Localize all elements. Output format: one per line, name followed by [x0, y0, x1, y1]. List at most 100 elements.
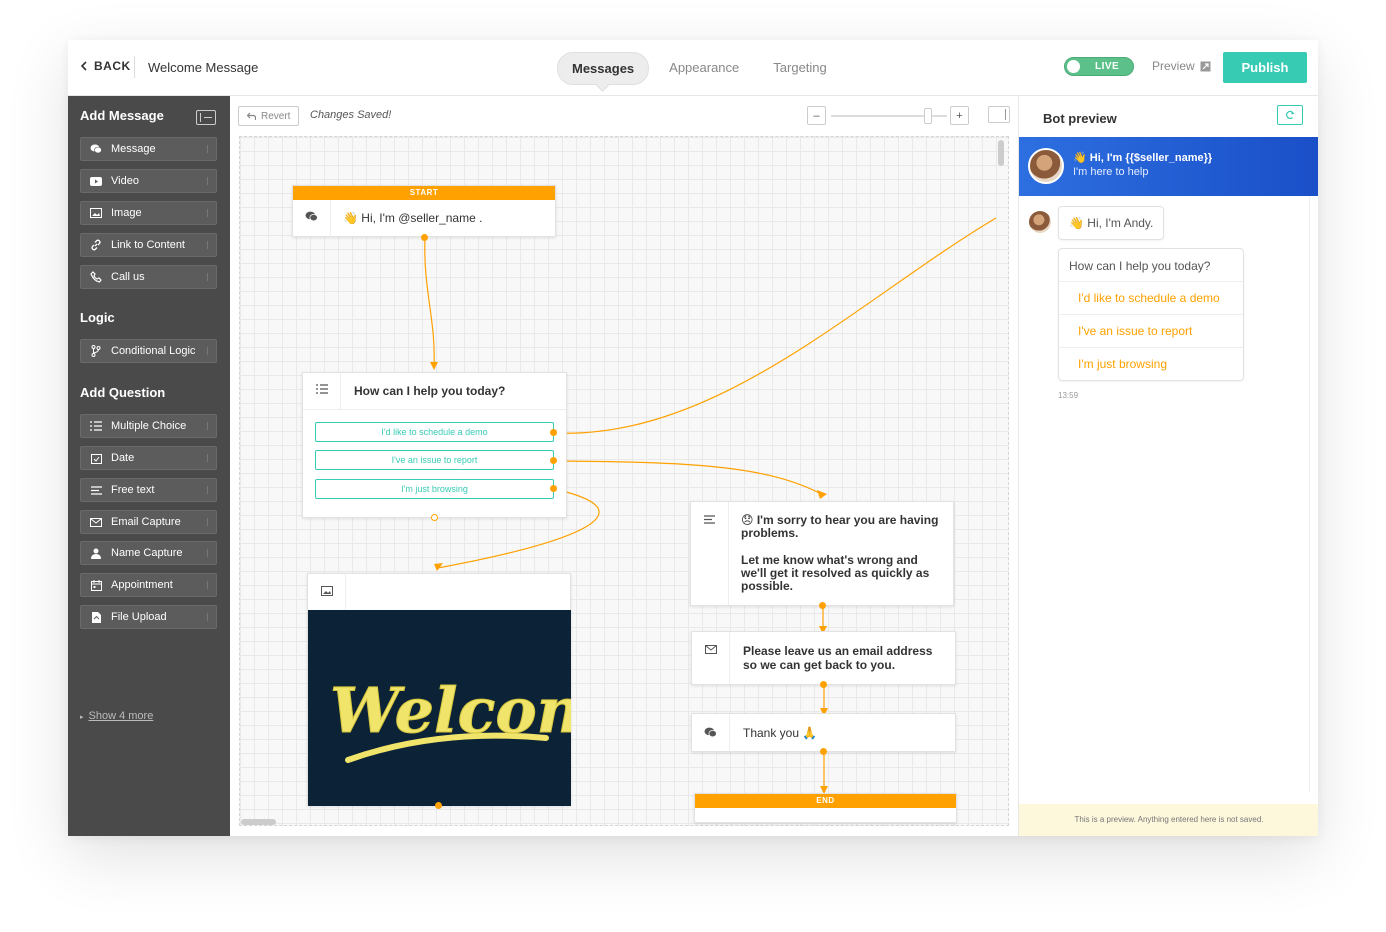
live-toggle[interactable]: LIVE: [1064, 57, 1134, 76]
tab-appearance[interactable]: Appearance: [655, 52, 753, 85]
save-status: Changes Saved!: [310, 109, 392, 121]
choice-browsing[interactable]: I'm just browsing: [315, 479, 554, 499]
sidebar: Add Message Message Video Image Link to …: [68, 96, 230, 836]
sidebar-item-label: Date: [111, 452, 135, 464]
collapse-sidebar-icon[interactable]: [196, 110, 216, 125]
sidebar-item-label: Message: [111, 143, 156, 155]
show-more-link[interactable]: ▸ Show 4 more: [80, 710, 153, 722]
sidebar-item-label: Image: [111, 207, 142, 219]
caret-right-icon: ▸: [80, 714, 84, 721]
node-icon: [692, 714, 730, 751]
sidebar-item-label: Free text: [111, 484, 155, 496]
connector-dot[interactable]: [421, 234, 428, 241]
connector-dot[interactable]: [550, 429, 557, 436]
zoom-out-button[interactable]: –: [807, 106, 826, 125]
sidebar-item-label: File Upload: [111, 611, 167, 623]
add-call-button[interactable]: Call us: [80, 265, 217, 289]
live-label: LIVE: [1095, 61, 1120, 72]
sorry-message-node[interactable]: 😞 I'm sorry to hear you are having probl…: [690, 501, 954, 606]
top-bar: BACK Welcome Message Messages Appearance…: [68, 40, 1318, 96]
option-demo[interactable]: I'd like to schedule a demo: [1059, 282, 1243, 315]
back-button[interactable]: BACK: [80, 59, 131, 73]
end-node[interactable]: END: [694, 793, 957, 823]
chat-header: 👋 Hi, I'm {{$seller_name}} I'm here to h…: [1019, 137, 1318, 196]
add-file-upload-button[interactable]: File Upload: [80, 605, 217, 629]
avatar: [1028, 148, 1064, 184]
add-video-button[interactable]: Video: [80, 169, 217, 193]
undo-icon: [247, 112, 256, 120]
add-date-button[interactable]: Date: [80, 446, 217, 470]
tab-bar: Messages Appearance Targeting: [557, 52, 841, 85]
option-browsing[interactable]: I'm just browsing: [1059, 348, 1243, 380]
sidebar-item-label: Multiple Choice: [111, 420, 187, 432]
connector-dot[interactable]: [820, 681, 827, 688]
start-label: START: [293, 186, 555, 200]
text-lines-icon: [704, 515, 715, 524]
video-icon: [90, 176, 102, 186]
sidebar-item-label: Name Capture: [111, 547, 183, 559]
chat-icon: [704, 727, 717, 738]
preview-link[interactable]: Preview: [1152, 59, 1211, 73]
connector-dot[interactable]: [550, 457, 557, 464]
connector-dot[interactable]: [820, 748, 827, 755]
phone-icon: [90, 271, 102, 283]
image-node[interactable]: Welcome: [307, 573, 571, 806]
choice-demo[interactable]: I'd like to schedule a demo: [315, 422, 554, 442]
revert-button[interactable]: Revert: [238, 106, 300, 126]
avatar: [1029, 211, 1051, 233]
add-image-button[interactable]: Image: [80, 201, 217, 225]
logic-title: Logic: [80, 310, 115, 325]
zoom-slider-handle[interactable]: [924, 108, 932, 124]
node-icon: [692, 632, 730, 684]
connector-dot[interactable]: [819, 602, 826, 609]
app-window: BACK Welcome Message Messages Appearance…: [68, 40, 1318, 836]
add-message-title: Add Message: [80, 108, 164, 123]
canvas-toolbar: Revert Changes Saved! – +: [230, 96, 1018, 136]
add-free-text-button[interactable]: Free text: [80, 478, 217, 502]
zoom-in-button[interactable]: +: [950, 106, 969, 125]
email-capture-node[interactable]: Please leave us an email address so we c…: [691, 631, 956, 685]
scrollbar-thumb[interactable]: [241, 819, 276, 825]
add-multiple-choice-button[interactable]: Multiple Choice: [80, 414, 217, 438]
add-conditional-logic-button[interactable]: Conditional Logic: [80, 339, 217, 363]
image-icon: [320, 586, 333, 596]
chat-icon: [305, 211, 318, 222]
question-node[interactable]: How can I help you today? I'd like to sc…: [302, 372, 567, 518]
welcome-art: Welcome: [330, 674, 571, 763]
file-icon: [91, 611, 101, 623]
sidebar-item-label: Link to Content: [111, 239, 185, 251]
image-icon: [90, 208, 102, 218]
tab-targeting[interactable]: Targeting: [759, 52, 840, 85]
add-email-capture-button[interactable]: Email Capture: [80, 510, 217, 534]
add-message-button[interactable]: Message: [80, 137, 217, 161]
preview-scrollbar[interactable]: [1309, 196, 1310, 792]
thank-you-node[interactable]: Thank you 🙏: [691, 713, 956, 752]
node-icon: [308, 574, 346, 610]
add-name-capture-button[interactable]: Name Capture: [80, 541, 217, 565]
publish-button[interactable]: Publish: [1223, 52, 1307, 83]
fit-to-screen-icon[interactable]: [988, 106, 1010, 123]
tab-messages[interactable]: Messages: [557, 52, 650, 85]
show-more-label: Show 4 more: [88, 710, 154, 722]
external-link-icon: [1200, 61, 1211, 71]
back-label: BACK: [94, 59, 131, 73]
connector-dot[interactable]: [431, 514, 438, 521]
choice-issue[interactable]: I've an issue to report: [315, 450, 554, 470]
start-message: 👋 Hi, I'm @seller_name .: [343, 211, 483, 225]
bot-preview-title: Bot preview: [1043, 111, 1117, 126]
sidebar-item-label: Appointment: [111, 579, 173, 591]
link-icon: [91, 239, 101, 251]
toggle-knob: [1067, 60, 1080, 73]
list-icon: [90, 421, 102, 431]
connector-dot[interactable]: [550, 485, 557, 492]
add-link-button[interactable]: Link to Content: [80, 233, 217, 257]
canvas-vertical-scrollbar[interactable]: [998, 140, 1004, 820]
bot-preview-panel: Bot preview 👋 Hi, I'm {{$seller_name}} I…: [1018, 96, 1318, 836]
start-node[interactable]: START 👋 Hi, I'm @seller_name .: [292, 185, 556, 238]
connector-dot[interactable]: [435, 802, 442, 809]
refresh-button[interactable]: [1277, 105, 1303, 125]
scrollbar-thumb[interactable]: [998, 140, 1004, 166]
option-issue[interactable]: I've an issue to report: [1059, 315, 1243, 348]
add-appointment-button[interactable]: Appointment: [80, 573, 217, 597]
preview-label: Preview: [1152, 59, 1195, 73]
